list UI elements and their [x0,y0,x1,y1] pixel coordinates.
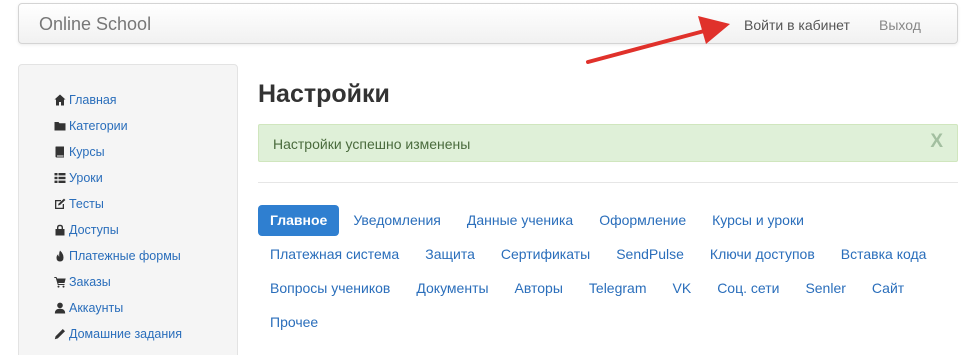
sidebar-item-payment-forms[interactable]: Платежные формы [53,243,182,269]
cabinet-link[interactable]: Войти в кабинет [744,17,850,33]
page-title: Настройки [258,80,390,108]
tab-protection[interactable]: Защита [413,239,487,270]
sidebar-item-categories[interactable]: Категории [53,113,182,139]
exit-link[interactable]: Выход [879,17,921,33]
brand-logo[interactable]: Online School [39,14,151,35]
sidebar-item-access[interactable]: Доступы [53,217,182,243]
tab-courses-lessons[interactable]: Курсы и уроки [700,205,816,236]
tab-documents[interactable]: Документы [404,273,500,304]
alert-message: Настройки успешно изменены [273,136,471,152]
sidebar-item-home[interactable]: Главная [53,87,182,113]
tab-other[interactable]: Прочее [258,307,330,338]
success-alert: Настройки успешно изменены X [258,124,958,162]
sidebar-item-label: Аккаунты [69,301,124,315]
sidebar-item-label: Доступы [69,223,119,237]
sidebar-item-accounts[interactable]: Аккаунты [53,295,182,321]
tab-student-data[interactable]: Данные ученика [455,205,585,236]
tab-notifications[interactable]: Уведомления [341,205,453,236]
tab-main[interactable]: Главное [258,205,340,236]
tab-student-questions[interactable]: Вопросы учеников [258,273,402,304]
tab-social-networks[interactable]: Соц. сети [705,273,791,304]
tab-design[interactable]: Оформление [587,205,698,236]
tab-sendpulse[interactable]: SendPulse [604,239,696,270]
lock-icon [53,223,67,237]
sidebar-item-homework[interactable]: Домашние задания [53,321,182,347]
user-icon [53,301,67,315]
tab-code-insert[interactable]: Вставка кода [829,239,939,270]
top-navbar: Online School Войти в кабинет Выход [18,3,958,44]
annotation-arrow-icon [586,16,730,64]
tab-access-keys[interactable]: Ключи доступов [698,239,827,270]
sidebar-item-label: Главная [69,93,117,107]
tab-site[interactable]: Сайт [860,273,916,304]
home-icon [53,93,67,107]
tab-certificates[interactable]: Сертификаты [489,239,602,270]
sidebar-menu: Главная Категории Курсы Уроки Тесты Дост… [53,87,182,347]
folder-icon [53,119,67,133]
sidebar-item-label: Тесты [69,197,104,211]
sidebar-item-label: Домашние задания [69,327,183,341]
alert-close-button[interactable]: X [930,131,943,153]
sidebar: Главная Категории Курсы Уроки Тесты Дост… [18,64,238,355]
divider [258,182,958,183]
tab-payment-system[interactable]: Платежная система [258,239,411,270]
tab-authors[interactable]: Авторы [503,273,575,304]
sidebar-item-tests[interactable]: Тесты [53,191,182,217]
edit-icon [53,197,67,211]
pencil-icon [53,327,67,341]
settings-tabs: Главное Уведомления Данные ученика Оформ… [258,205,958,341]
cart-icon [53,275,67,289]
sidebar-item-label: Платежные формы [69,249,181,263]
sidebar-item-lessons[interactable]: Уроки [53,165,182,191]
tab-vk[interactable]: VK [661,273,704,304]
sidebar-item-label: Заказы [69,275,111,289]
sidebar-item-label: Курсы [69,145,105,159]
sidebar-item-label: Категории [69,119,128,133]
sidebar-item-courses[interactable]: Курсы [53,139,182,165]
fire-icon [53,249,67,263]
tab-senler[interactable]: Senler [793,273,857,304]
sidebar-item-label: Уроки [69,171,103,185]
sidebar-item-orders[interactable]: Заказы [53,269,182,295]
book-icon [53,145,67,159]
list-icon [53,171,67,185]
tab-telegram[interactable]: Telegram [577,273,659,304]
